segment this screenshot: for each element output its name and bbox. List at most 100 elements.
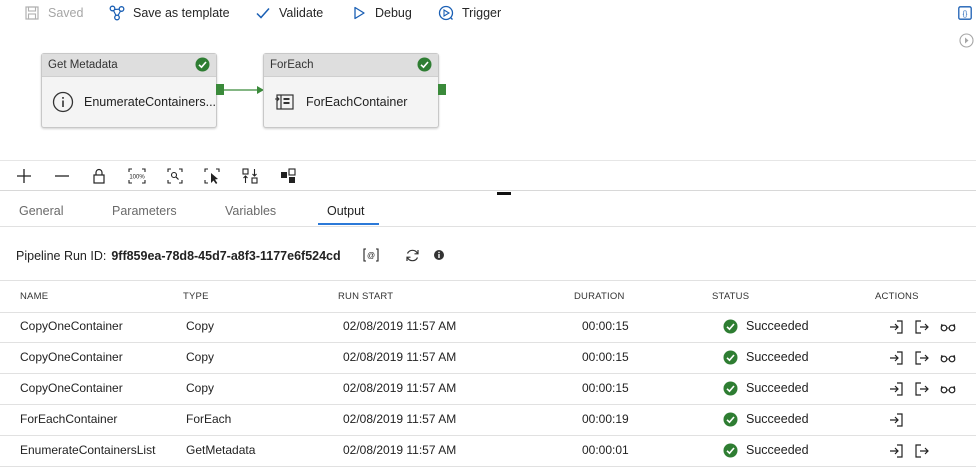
zoom-100-icon[interactable]: 100% — [128, 167, 146, 185]
trigger-icon — [438, 5, 454, 21]
output-icon[interactable] — [914, 350, 930, 366]
table-row[interactable]: CopyOneContainer Copy 02/08/2019 11:57 A… — [0, 311, 976, 343]
column-header-run-start[interactable]: RUN START — [338, 281, 393, 312]
debug-label: Debug — [375, 6, 412, 20]
refresh-icon[interactable] — [404, 247, 420, 263]
table-row[interactable]: ForEachContainer ForEach 02/08/2019 11:5… — [0, 404, 976, 436]
auto-align-icon[interactable] — [241, 167, 259, 185]
input-icon[interactable] — [888, 381, 904, 397]
activity-name-cell: CopyOneContainer — [20, 381, 123, 395]
activity-name-cell: EnumerateContainersList — [20, 443, 156, 457]
tab-general[interactable]: General — [19, 198, 63, 225]
glasses-icon[interactable] — [940, 319, 956, 335]
collapse-panel-icon[interactable] — [959, 33, 974, 48]
code-view-button[interactable]: {} — [957, 3, 973, 23]
tab-output[interactable]: Output — [327, 198, 365, 225]
tab-parameters[interactable]: Parameters — [112, 198, 177, 225]
status-cell: Succeeded — [723, 373, 809, 404]
glasses-icon[interactable] — [940, 381, 956, 397]
activity-name: ForEachContainer — [306, 95, 408, 109]
row-actions — [888, 381, 956, 397]
status-cell: Succeeded — [723, 404, 809, 435]
save-as-template-button[interactable]: Save as template — [109, 3, 230, 23]
properties-tabs: General Parameters Variables Output — [0, 198, 976, 227]
select-mode-icon[interactable] — [203, 167, 221, 185]
debug-button[interactable]: Debug — [351, 3, 412, 23]
activity-connector-arrow — [224, 84, 266, 96]
glasses-icon[interactable] — [940, 350, 956, 366]
column-header-duration[interactable]: DURATION — [574, 281, 625, 312]
tab-variables[interactable]: Variables — [225, 198, 276, 225]
activity-body: ForEachContainer — [264, 77, 438, 127]
input-icon[interactable] — [888, 443, 904, 459]
table-row[interactable]: CopyOneContainer Copy 02/08/2019 11:57 A… — [0, 342, 976, 374]
trigger-label: Trigger — [462, 6, 502, 20]
row-actions — [888, 350, 956, 366]
duration-cell: 00:00:15 — [582, 319, 629, 333]
template-icon — [109, 5, 125, 21]
table-row[interactable]: EnumerateContainersList GetMetadata 02/0… — [0, 435, 976, 467]
save-as-template-label: Save as template — [133, 6, 230, 20]
run-start-cell: 02/08/2019 11:57 AM — [343, 412, 457, 426]
activity-type-label: ForEach — [270, 59, 314, 71]
splitter-handle[interactable] — [497, 192, 511, 195]
lock-icon[interactable] — [90, 167, 108, 185]
saved-button: Saved — [24, 3, 83, 23]
pipeline-canvas[interactable]: Get Metadata EnumerateContainers... ForE… — [0, 26, 976, 160]
status-text: Succeeded — [746, 319, 809, 333]
output-icon[interactable] — [914, 381, 930, 397]
zoom-out-icon[interactable] — [53, 167, 71, 185]
code-icon: {} — [957, 5, 973, 21]
success-check-icon — [417, 57, 432, 72]
foreach-icon — [274, 91, 296, 113]
active-tab-indicator — [318, 223, 379, 225]
status-text: Succeeded — [746, 381, 809, 395]
output-port[interactable] — [216, 84, 224, 95]
column-header-name[interactable]: NAME — [20, 281, 48, 312]
activity-type-cell: Copy — [186, 381, 215, 395]
input-icon[interactable] — [888, 319, 904, 335]
activity-get-metadata[interactable]: Get Metadata EnumerateContainers... — [41, 53, 217, 128]
zoom-to-fit-icon[interactable] — [166, 167, 184, 185]
success-check-icon — [723, 381, 738, 396]
trigger-button[interactable]: Trigger — [438, 3, 501, 23]
input-icon[interactable] — [888, 350, 904, 366]
output-port[interactable] — [438, 84, 446, 95]
top-toolbar: Saved Save as template Validate Debug Tr… — [0, 0, 976, 26]
activity-header: Get Metadata — [42, 54, 216, 77]
activity-type-label: Get Metadata — [48, 59, 118, 71]
table-header: NAME TYPE RUN START DURATION STATUS ACTI… — [0, 280, 976, 313]
zoom-in-icon[interactable] — [15, 167, 33, 185]
checkmark-icon — [255, 5, 271, 21]
output-icon[interactable] — [914, 443, 930, 459]
validate-label: Validate — [279, 6, 324, 20]
activity-type-cell: ForEach — [186, 412, 232, 426]
duration-cell: 00:00:01 — [582, 443, 629, 457]
activity-type-cell: GetMetadata — [186, 443, 256, 457]
panel-splitter[interactable] — [0, 190, 976, 191]
activity-header: ForEach — [264, 54, 438, 77]
info-icon[interactable] — [431, 247, 447, 263]
status-text: Succeeded — [746, 443, 809, 457]
column-header-status[interactable]: STATUS — [712, 281, 749, 312]
activity-type-cell: Copy — [186, 319, 215, 333]
run-start-cell: 02/08/2019 11:57 AM — [343, 443, 457, 457]
svg-text:@: @ — [367, 251, 375, 260]
table-row[interactable]: CopyOneContainer Copy 02/08/2019 11:57 A… — [0, 373, 976, 405]
info-icon — [52, 91, 74, 113]
activity-name-cell: CopyOneContainer — [20, 350, 123, 364]
play-icon — [351, 5, 367, 21]
output-icon[interactable] — [914, 319, 930, 335]
success-check-icon — [723, 443, 738, 458]
validate-button[interactable]: Validate — [255, 3, 323, 23]
activity-foreach[interactable]: ForEach ForEachContainer — [263, 53, 439, 128]
row-actions — [888, 443, 930, 459]
copy-run-id-icon[interactable]: @ — [363, 247, 379, 263]
activity-type-cell: Copy — [186, 350, 215, 364]
layout-icon[interactable] — [279, 167, 297, 185]
run-start-cell: 02/08/2019 11:57 AM — [343, 381, 457, 395]
status-cell: Succeeded — [723, 435, 809, 466]
input-icon[interactable] — [888, 412, 904, 428]
activity-body: EnumerateContainers... — [42, 77, 216, 127]
column-header-type[interactable]: TYPE — [183, 281, 209, 312]
